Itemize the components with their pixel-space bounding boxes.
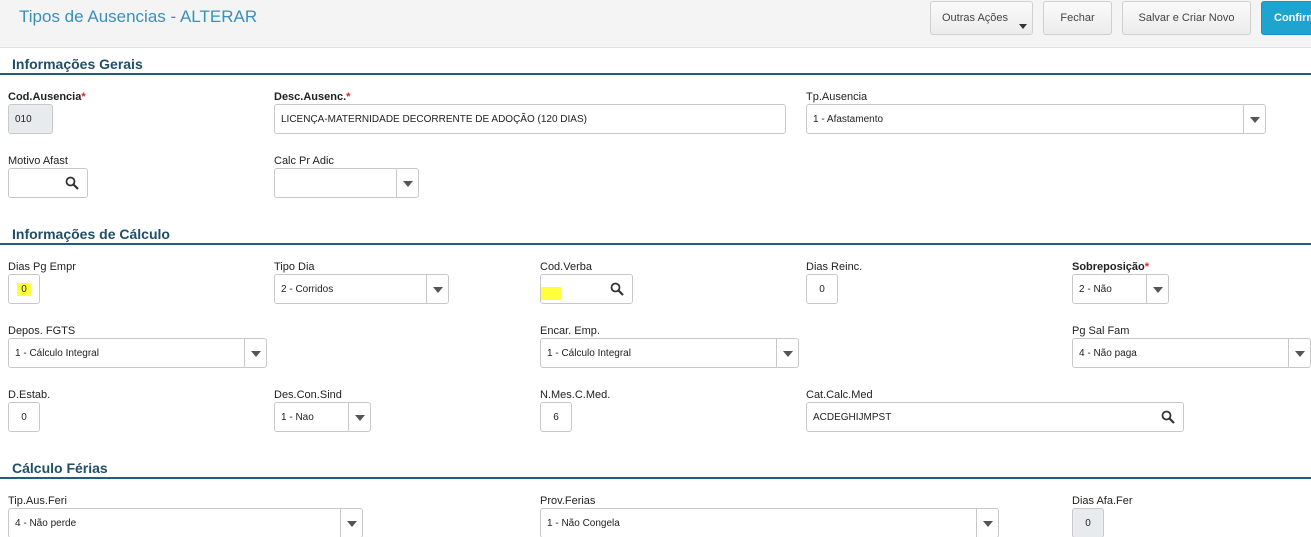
chevron-down-icon[interactable] xyxy=(1243,105,1265,133)
desc-ausenc-label: Desc.Ausenc.* xyxy=(274,91,351,103)
tipo-dia-label: Tipo Dia xyxy=(274,261,315,273)
d-estab-label: D.Estab. xyxy=(8,389,51,401)
encar-emp-select[interactable]: 1 - Cálculo Integral xyxy=(540,338,799,368)
tp-ausencia-value: 1 - Afastamento xyxy=(813,114,884,125)
prov-ferias-select[interactable]: 1 - Não Congela xyxy=(540,508,999,537)
dias-afa-fer-field[interactable]: 0 xyxy=(1072,508,1104,537)
desc-ausenc-value: LICENÇA-MATERNIDADE DECORRENTE DE ADOÇÃO… xyxy=(281,114,587,125)
sobreposicao-value: 2 - Não xyxy=(1079,284,1112,295)
dias-afa-fer-value: 0 xyxy=(1085,518,1091,529)
depos-fgts-value: 1 - Cálculo Integral xyxy=(15,348,99,359)
chevron-down-icon xyxy=(1019,24,1027,29)
cat-calc-med-field[interactable]: ACDEGHIJMPST xyxy=(806,402,1184,432)
depos-fgts-label: Depos. FGTS xyxy=(8,325,76,337)
section-title-vacation: Cálculo Férias xyxy=(12,460,108,476)
chevron-down-icon[interactable] xyxy=(244,339,266,367)
chevron-down-icon[interactable] xyxy=(426,275,448,303)
tp-ausencia-select[interactable]: 1 - Afastamento xyxy=(806,104,1266,134)
dias-pg-empr-label: Dias Pg Empr xyxy=(8,261,76,273)
tipo-dia-select[interactable]: 2 - Corridos xyxy=(274,274,449,304)
section-title-calc: Informações de Cálculo xyxy=(12,226,170,242)
search-icon[interactable] xyxy=(610,282,624,296)
chevron-down-icon[interactable] xyxy=(340,509,362,537)
des-con-sind-label: Des.Con.Sind xyxy=(274,389,342,401)
encar-emp-value: 1 - Cálculo Integral xyxy=(547,348,631,359)
pg-sal-fam-label: Pg Sal Fam xyxy=(1072,325,1130,337)
chevron-down-icon[interactable] xyxy=(1288,339,1310,367)
cod-ausencia-field[interactable]: 010 xyxy=(8,104,53,134)
chevron-down-icon[interactable] xyxy=(1146,275,1168,303)
n-mes-c-med-field[interactable]: 6 xyxy=(540,402,572,432)
highlight-marker xyxy=(541,287,561,300)
dias-reinc-label: Dias Reinc. xyxy=(806,261,863,273)
desc-ausenc-field[interactable]: LICENÇA-MATERNIDADE DECORRENTE DE ADOÇÃO… xyxy=(274,104,786,134)
sobreposicao-label: Sobreposição* xyxy=(1072,261,1150,273)
cat-calc-med-label: Cat.Calc.Med xyxy=(806,389,873,401)
cat-calc-med-value: ACDEGHIJMPST xyxy=(813,412,892,423)
chevron-down-icon[interactable] xyxy=(396,169,418,197)
pg-sal-fam-select[interactable]: 4 - Não paga xyxy=(1072,338,1311,368)
sobreposicao-select[interactable]: 2 - Não xyxy=(1072,274,1169,304)
prov-ferias-value: 1 - Não Congela xyxy=(547,518,620,529)
motivo-afast-label: Motivo Afast xyxy=(8,155,68,167)
prov-ferias-label: Prov.Ferias xyxy=(540,495,596,507)
motivo-afast-field[interactable] xyxy=(8,168,88,198)
search-icon[interactable] xyxy=(1161,410,1175,424)
d-estab-value: 0 xyxy=(21,412,27,423)
page-title: Tipos de Ausencias - ALTERAR xyxy=(19,7,258,26)
cod-verba-label: Cod.Verba xyxy=(540,261,592,273)
dias-pg-empr-value: 0 xyxy=(17,283,31,296)
header-bar: Tipos de Ausencias - ALTERAR Outras Açõe… xyxy=(0,0,1311,48)
dias-reinc-value: 0 xyxy=(819,284,825,295)
d-estab-field[interactable]: 0 xyxy=(8,402,40,432)
tp-ausencia-label: Tp.Ausencia xyxy=(806,91,868,103)
save-and-new-button[interactable]: Salvar e Criar Novo xyxy=(1122,1,1251,35)
calc-pr-adic-select[interactable] xyxy=(274,168,419,198)
search-icon[interactable] xyxy=(65,176,79,190)
tip-aus-feri-label: Tip.Aus.Feri xyxy=(8,495,67,507)
tip-aus-feri-value: 4 - Não perde xyxy=(15,518,77,529)
cod-verba-field[interactable] xyxy=(540,274,633,304)
dias-afa-fer-label: Dias Afa.Fer xyxy=(1072,495,1133,507)
section-divider xyxy=(0,73,1311,75)
confirm-button[interactable]: Confirmar xyxy=(1261,1,1311,35)
encar-emp-label: Encar. Emp. xyxy=(540,325,600,337)
cod-ausencia-label: Cod.Ausencia* xyxy=(8,91,86,103)
calc-pr-adic-label: Calc Pr Adic xyxy=(274,155,334,167)
chevron-down-icon[interactable] xyxy=(976,509,998,537)
n-mes-c-med-value: 6 xyxy=(553,412,559,423)
pg-sal-fam-value: 4 - Não paga xyxy=(1079,348,1137,359)
more-actions-button[interactable]: Outras Ações xyxy=(930,1,1033,35)
dias-pg-empr-field[interactable]: 0 xyxy=(8,274,40,304)
dias-reinc-field[interactable]: 0 xyxy=(806,274,838,304)
close-button[interactable]: Fechar xyxy=(1043,1,1112,35)
n-mes-c-med-label: N.Mes.C.Med. xyxy=(540,389,611,401)
more-actions-label: Outras Ações xyxy=(942,12,1009,24)
depos-fgts-select[interactable]: 1 - Cálculo Integral xyxy=(8,338,267,368)
tipo-dia-value: 2 - Corridos xyxy=(281,284,334,295)
tip-aus-feri-select[interactable]: 4 - Não perde xyxy=(8,508,363,537)
chevron-down-icon[interactable] xyxy=(348,403,370,431)
section-title-general: Informações Gerais xyxy=(12,56,143,72)
section-divider xyxy=(0,477,1311,479)
des-con-sind-value: 1 - Nao xyxy=(281,412,314,423)
des-con-sind-select[interactable]: 1 - Nao xyxy=(274,402,371,432)
chevron-down-icon[interactable] xyxy=(776,339,798,367)
cod-ausencia-value: 010 xyxy=(15,114,32,125)
section-divider xyxy=(0,243,1311,245)
